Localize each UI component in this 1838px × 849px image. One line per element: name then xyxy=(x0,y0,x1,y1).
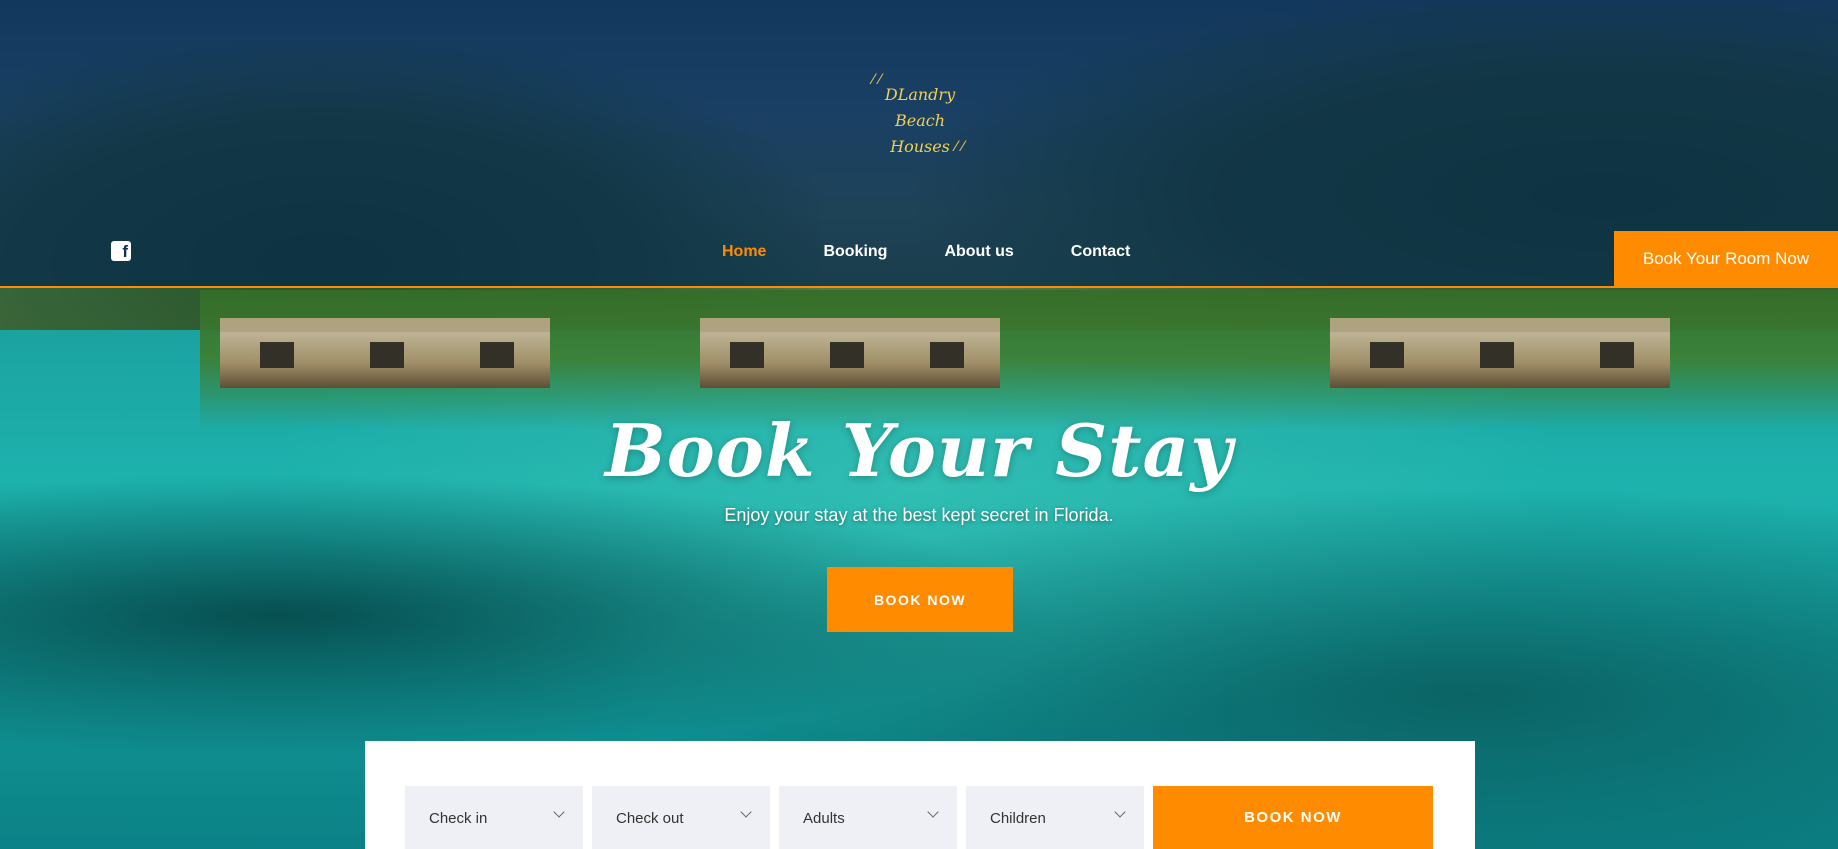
hero-book-now-button[interactable]: BOOK NOW xyxy=(827,567,1013,632)
check-in-select[interactable]: Check in xyxy=(405,786,583,849)
main-nav: Home Booking About us Contact xyxy=(722,240,1187,264)
adults-select[interactable]: Adults xyxy=(779,786,957,849)
logo-line-1: DLandry Beach xyxy=(884,85,956,130)
site-logo[interactable]: ⁄ ⁄ DLandry Beach Houses ⁄ ⁄ xyxy=(870,70,970,160)
nav-item-booking[interactable]: Booking xyxy=(823,240,887,264)
adults-label: Adults xyxy=(803,810,845,827)
chevron-down-icon xyxy=(927,806,939,818)
chevron-down-icon xyxy=(1114,806,1126,818)
nav-item-home[interactable]: Home xyxy=(722,240,766,264)
chevron-down-icon xyxy=(740,806,752,818)
check-in-label: Check in xyxy=(429,810,488,827)
hero-title: Book Your Stay xyxy=(604,408,1234,493)
facebook-icon[interactable]: f xyxy=(111,241,131,261)
book-room-now-button[interactable]: Book Your Room Now xyxy=(1614,231,1838,286)
nav-item-contact[interactable]: Contact xyxy=(1071,240,1131,264)
header-divider xyxy=(0,286,1838,288)
children-select[interactable]: Children xyxy=(966,786,1144,849)
nav-item-about-us[interactable]: About us xyxy=(944,240,1013,264)
check-out-label: Check out xyxy=(616,810,684,827)
booking-book-now-button[interactable]: BOOK NOW xyxy=(1153,786,1433,849)
booking-form: Check in Check out Adults Children BOOK … xyxy=(365,741,1475,849)
hero-subtitle: Enjoy your stay at the best kept secret … xyxy=(724,505,1114,525)
logo-sparks-icon: ⁄ ⁄ xyxy=(954,139,964,155)
chevron-down-icon xyxy=(553,806,565,818)
check-out-select[interactable]: Check out xyxy=(592,786,770,849)
children-label: Children xyxy=(990,810,1046,827)
logo-sparks-icon: ⁄ ⁄ xyxy=(872,72,882,88)
